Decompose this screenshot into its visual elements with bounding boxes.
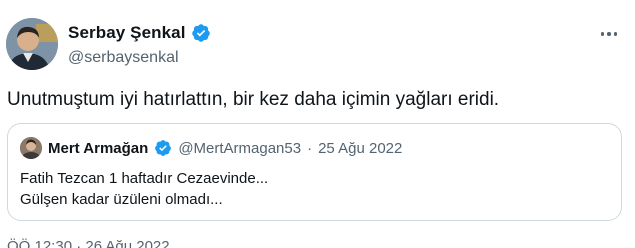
tweet-text: Unutmuştum iyi hatırlattın, bir kez daha… [7, 89, 500, 110]
quoted-avatar-image [20, 137, 42, 159]
quoted-tweet[interactable]: Mert Armağan @MertArmagan53 · 25 Ağu 202… [7, 123, 622, 221]
avatar-image [6, 18, 58, 70]
quoted-verified-badge-icon [154, 139, 172, 157]
tweet: Serbay Şenkal @serbaysenkal Unutmuştum i… [0, 0, 635, 248]
tweet-header: Serbay Şenkal @serbaysenkal [68, 21, 211, 67]
quoted-tweet-header: Mert Armağan @MertArmagan53 · 25 Ağu 202… [20, 137, 402, 159]
quoted-separator: · [307, 139, 313, 157]
verified-badge-icon [191, 23, 211, 43]
quoted-text-line: Fatih Tezcan 1 haftadır Cezaevinde... [20, 170, 269, 187]
avatar[interactable] [6, 18, 58, 70]
name-row: Serbay Şenkal [68, 21, 211, 45]
tweet-timestamp[interactable]: ÖÖ 12:30 · 26 Ağu 2022 [7, 238, 170, 248]
author-handle[interactable]: @serbaysenkal [68, 49, 211, 67]
quoted-avatar[interactable] [20, 137, 42, 159]
author-display-name[interactable]: Serbay Şenkal [68, 23, 186, 43]
more-horizontal-icon[interactable] [597, 24, 621, 44]
quoted-tweet-text: Fatih Tezcan 1 haftadır Cezaevinde... Gü… [20, 168, 268, 210]
quoted-date[interactable]: 25 Ağu 2022 [318, 140, 402, 157]
quoted-text-line: Gülşen kadar üzüleni olmadı... [20, 191, 223, 208]
quoted-handle[interactable]: @MertArmagan53 [178, 140, 301, 157]
quoted-display-name[interactable]: Mert Armağan [48, 140, 148, 157]
